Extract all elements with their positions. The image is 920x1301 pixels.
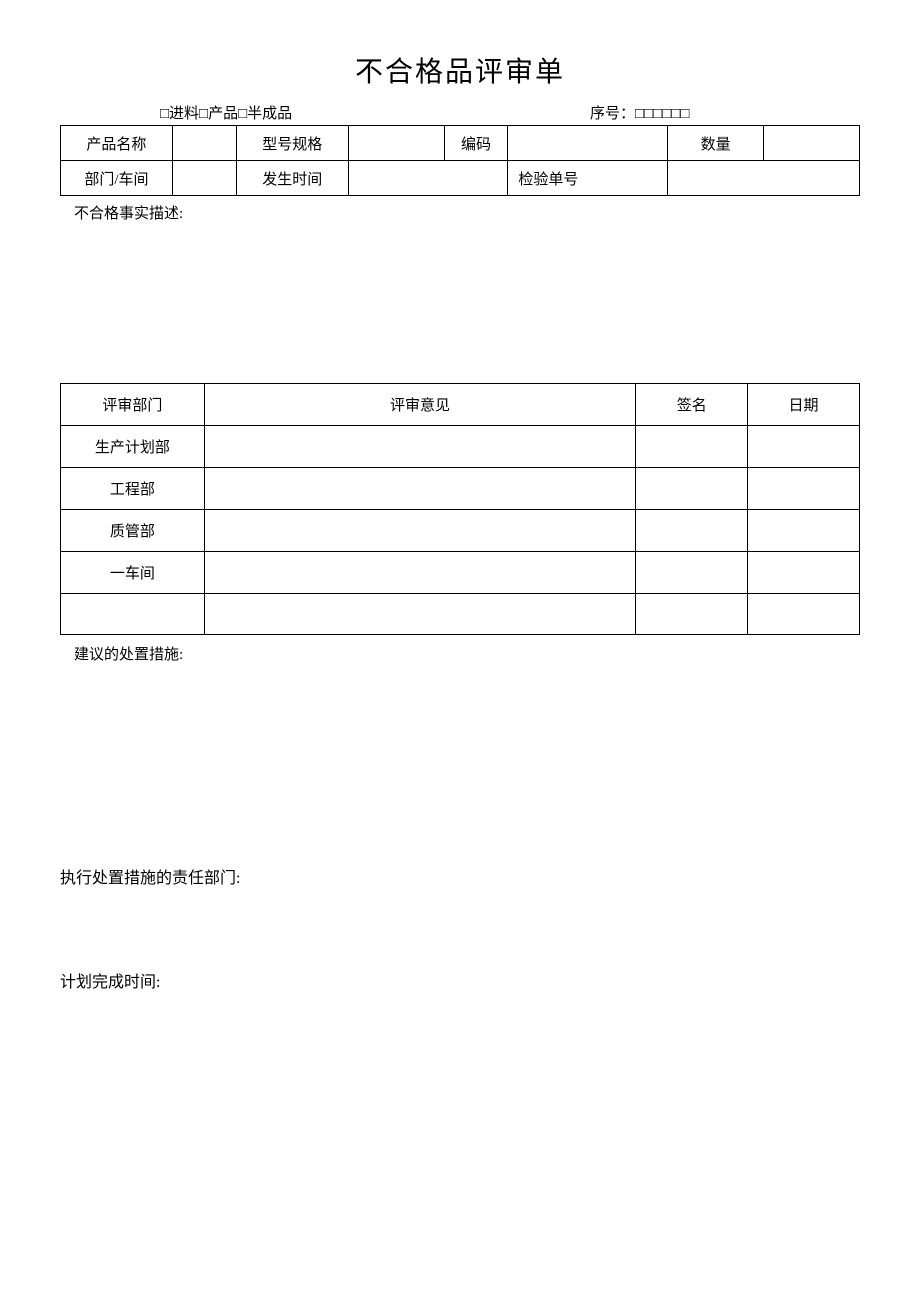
value-code[interactable] — [508, 126, 668, 161]
review-date-cell[interactable] — [748, 510, 860, 552]
value-inspection-no[interactable] — [668, 161, 860, 196]
label-product-name: 产品名称 — [61, 126, 173, 161]
review-date-cell[interactable] — [748, 426, 860, 468]
review-row: 工程部 — [61, 468, 860, 510]
review-date-cell[interactable] — [748, 468, 860, 510]
review-dept-cell: 生产计划部 — [61, 426, 205, 468]
label-model-spec: 型号规格 — [236, 126, 348, 161]
review-date-cell[interactable] — [748, 552, 860, 594]
review-sign-cell[interactable] — [636, 552, 748, 594]
review-opinion-cell[interactable] — [204, 468, 635, 510]
planned-completion-label: 计划完成时间: — [60, 968, 860, 992]
review-sign-cell[interactable] — [636, 468, 748, 510]
desc-writing-area[interactable] — [60, 223, 860, 383]
header-date: 日期 — [748, 384, 860, 426]
value-quantity[interactable] — [764, 126, 860, 161]
review-sign-cell[interactable] — [636, 426, 748, 468]
value-dept-workshop[interactable] — [172, 161, 236, 196]
value-occur-time[interactable] — [348, 161, 508, 196]
label-dept-workshop: 部门/车间 — [61, 161, 173, 196]
review-dept-cell: 一车间 — [61, 552, 205, 594]
suggested-action-label: 建议的处置措施: — [74, 643, 860, 664]
serial-label: 序号： — [590, 106, 635, 122]
review-dept-cell[interactable] — [61, 594, 205, 635]
value-product-name[interactable] — [172, 126, 236, 161]
header-signature: 签名 — [636, 384, 748, 426]
suggested-action-area[interactable] — [60, 664, 860, 864]
header-review-opinion: 评审意见 — [204, 384, 635, 426]
label-occur-time: 发生时间 — [236, 161, 348, 196]
header-review-dept: 评审部门 — [61, 384, 205, 426]
review-dept-cell: 质管部 — [61, 510, 205, 552]
serial-boxes: □□□□□□ — [635, 106, 689, 122]
form-title: 不合格品评审单 — [60, 50, 860, 90]
info-table: 产品名称 型号规格 编码 数量 部门/车间 发生时间 检验单号 — [60, 125, 860, 196]
review-sign-cell[interactable] — [636, 594, 748, 635]
review-dept-cell: 工程部 — [61, 468, 205, 510]
responsible-dept-area[interactable] — [60, 888, 860, 968]
review-date-cell[interactable] — [748, 594, 860, 635]
info-row-2: 部门/车间 发生时间 检验单号 — [61, 161, 860, 196]
responsible-dept-label: 执行处置措施的责任部门: — [60, 864, 860, 888]
nonconformance-desc-label: 不合格事实描述: — [74, 202, 860, 223]
meta-row: □进料□产品□半成品 序号：□□□□□□ — [60, 102, 860, 125]
review-opinion-cell[interactable] — [204, 510, 635, 552]
label-quantity: 数量 — [668, 126, 764, 161]
info-row-1: 产品名称 型号规格 编码 数量 — [61, 126, 860, 161]
serial-number: 序号：□□□□□□ — [590, 102, 840, 123]
review-row — [61, 594, 860, 635]
review-row: 生产计划部 — [61, 426, 860, 468]
label-inspection-no: 检验单号 — [508, 161, 668, 196]
review-header-row: 评审部门 评审意见 签名 日期 — [61, 384, 860, 426]
review-opinion-cell[interactable] — [204, 552, 635, 594]
review-table: 评审部门 评审意见 签名 日期 生产计划部 工程部 质管部 一车间 — [60, 383, 860, 635]
type-checkboxes: □进料□产品□半成品 — [160, 102, 590, 123]
label-code: 编码 — [444, 126, 508, 161]
review-row: 一车间 — [61, 552, 860, 594]
value-model-spec[interactable] — [348, 126, 444, 161]
review-row: 质管部 — [61, 510, 860, 552]
review-opinion-cell[interactable] — [204, 594, 635, 635]
review-sign-cell[interactable] — [636, 510, 748, 552]
review-opinion-cell[interactable] — [204, 426, 635, 468]
